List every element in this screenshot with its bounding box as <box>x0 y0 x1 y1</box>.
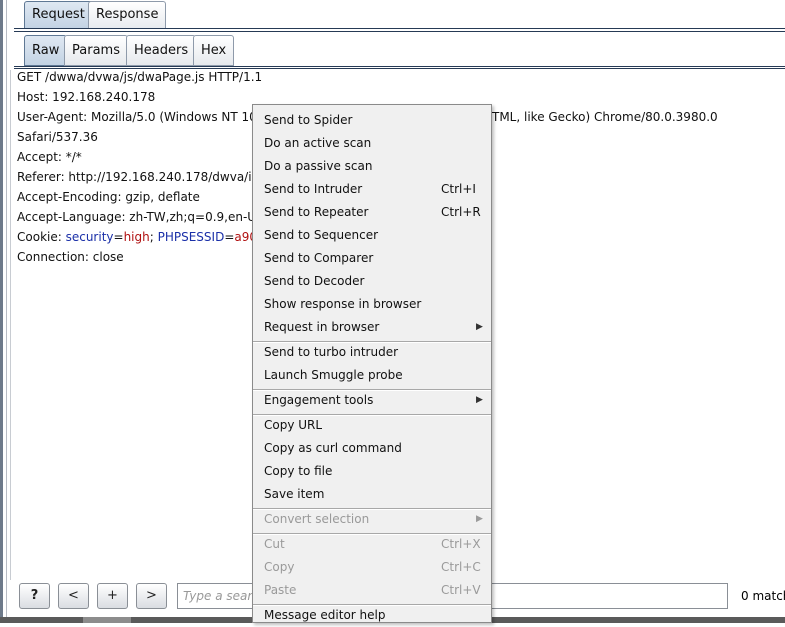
menu-item-request-in-browser[interactable]: Request in browser ▶ <box>253 316 491 339</box>
header-host: Host: 192.168.240.178 <box>17 90 156 104</box>
menu-item-label: Send to Spider <box>264 113 353 127</box>
menu-item-label: Send to Repeater <box>264 205 369 219</box>
next-match-button[interactable]: > <box>136 583 167 609</box>
menu-item-label: Show response in browser <box>264 297 422 311</box>
window-edge-line <box>6 0 7 623</box>
menu-item-engagement-tools[interactable]: Engagement tools ▶ <box>253 389 491 412</box>
menu-item-paste[interactable]: Paste Ctrl+V <box>253 579 491 602</box>
tab-headers[interactable]: Headers <box>126 35 197 66</box>
message-view-tabbar: Raw Params Headers Hex <box>14 34 785 69</box>
submenu-arrow-icon: ▶ <box>476 322 483 332</box>
cookie-name-phpsessid: PHPSESSID <box>157 230 225 244</box>
menu-item-shortcut: Ctrl+C <box>441 560 481 574</box>
menu-item-show-response[interactable]: Show response in browser <box>253 293 491 316</box>
header-accept-language: Accept-Language: zh-TW,zh;q=0.9,en-US <box>17 210 264 224</box>
menu-item-shortcut: Ctrl+X <box>441 537 481 551</box>
cookie-equals: = <box>113 230 124 244</box>
tab-response[interactable]: Response <box>88 1 167 28</box>
menu-item-save-item[interactable]: Save item <box>253 483 491 506</box>
header-cookie: Cookie: security=high; PHPSESSID=a90 <box>17 227 257 247</box>
menu-item-send-to-comparer[interactable]: Send to Comparer <box>253 247 491 270</box>
match-count: 0 match <box>741 589 785 603</box>
menu-item-smuggle-probe[interactable]: Launch Smuggle probe <box>253 364 491 387</box>
cookie-equals: = <box>224 230 235 244</box>
help-button[interactable]: ? <box>19 583 50 609</box>
menu-item-convert-selection[interactable]: Convert selection ▶ <box>253 508 491 531</box>
menu-item-shortcut: Ctrl+I <box>441 182 476 196</box>
menu-item-turbo-intruder[interactable]: Send to turbo intruder <box>253 341 491 364</box>
menu-item-label: Copy as curl command <box>264 441 402 455</box>
header-accept-encoding: Accept-Encoding: gzip, deflate <box>17 190 200 204</box>
menu-item-send-to-intruder[interactable]: Send to Intruder Ctrl+I <box>253 178 491 201</box>
header-connection: Connection: close <box>17 250 124 264</box>
menu-item-shortcut: Ctrl+R <box>441 205 481 219</box>
menu-item-send-to-decoder[interactable]: Send to Decoder <box>253 270 491 293</box>
header-accept: Accept: */* <box>17 150 82 164</box>
tab-hex[interactable]: Hex <box>193 35 235 66</box>
menu-item-label: Convert selection <box>264 512 370 526</box>
menu-item-label: Send to Intruder <box>264 182 363 196</box>
tabbar-divider <box>14 28 785 29</box>
context-menu: Send to Spider Do an active scan Do a pa… <box>252 104 492 623</box>
header-user-agent-cont: TML, like Gecko) Chrome/80.0.3980.0 <box>492 110 718 124</box>
menu-item-label: Copy <box>264 560 295 574</box>
menu-item-send-to-repeater[interactable]: Send to Repeater Ctrl+R <box>253 201 491 224</box>
menu-item-label: Paste <box>264 583 297 597</box>
menu-item-label: Cut <box>264 537 285 551</box>
menu-item-copy-url[interactable]: Copy URL <box>253 414 491 437</box>
menu-item-send-to-spider[interactable]: Send to Spider <box>253 109 491 132</box>
menu-item-editor-help[interactable]: Message editor help <box>253 604 491 627</box>
menu-item-label: Do a passive scan <box>264 159 373 173</box>
add-button[interactable]: + <box>97 583 128 609</box>
menu-item-label: Send to turbo intruder <box>264 345 399 359</box>
header-user-agent-wrap: Safari/537.36 <box>17 130 98 144</box>
menu-item-copy[interactable]: Copy Ctrl+C <box>253 556 491 579</box>
cookie-label: Cookie: <box>17 230 66 244</box>
menu-item-label: Engagement tools <box>264 393 374 407</box>
tab-params[interactable]: Params <box>64 35 128 66</box>
menu-item-passive-scan[interactable]: Do a passive scan <box>253 155 491 178</box>
status-segment <box>83 617 131 623</box>
submenu-arrow-icon: ▶ <box>476 395 483 405</box>
menu-item-send-to-sequencer[interactable]: Send to Sequencer <box>253 224 491 247</box>
header-referer: Referer: http://192.168.240.178/dwva/ind… <box>17 170 275 184</box>
tab-request[interactable]: Request <box>24 1 93 28</box>
tabbar-divider <box>14 31 785 32</box>
request-line: GET /dwwa/dvwa/js/dwaPage.js HTTP/1.1 <box>17 70 263 84</box>
menu-item-active-scan[interactable]: Do an active scan <box>253 132 491 155</box>
cookie-name-security: security <box>65 230 114 244</box>
previous-match-button[interactable]: < <box>58 583 89 609</box>
cookie-separator: ; <box>149 230 158 244</box>
menu-item-label: Launch Smuggle probe <box>264 368 403 382</box>
header-user-agent: User-Agent: Mozilla/5.0 (Windows NT 10 <box>17 110 257 124</box>
menu-item-label: Send to Comparer <box>264 251 374 265</box>
menu-item-copy-to-file[interactable]: Copy to file <box>253 460 491 483</box>
cookie-value-security: high <box>123 230 150 244</box>
menu-item-label: Copy URL <box>264 418 323 432</box>
menu-item-label: Copy to file <box>264 464 333 478</box>
menu-item-label: Message editor help <box>264 608 386 622</box>
menu-item-shortcut: Ctrl+V <box>441 583 481 597</box>
menu-item-label: Request in browser <box>264 320 380 334</box>
menu-item-label: Send to Decoder <box>264 274 365 288</box>
request-response-tabbar: Request Response <box>14 0 785 32</box>
menu-item-copy-as-curl[interactable]: Copy as curl command <box>253 437 491 460</box>
menu-item-label: Do an active scan <box>264 136 372 150</box>
menu-item-label: Send to Sequencer <box>264 228 379 242</box>
menu-item-cut[interactable]: Cut Ctrl+X <box>253 533 491 556</box>
submenu-arrow-icon: ▶ <box>476 514 483 524</box>
tab-raw[interactable]: Raw <box>24 35 68 66</box>
menu-item-label: Save item <box>264 487 325 501</box>
window-edge <box>0 0 3 623</box>
